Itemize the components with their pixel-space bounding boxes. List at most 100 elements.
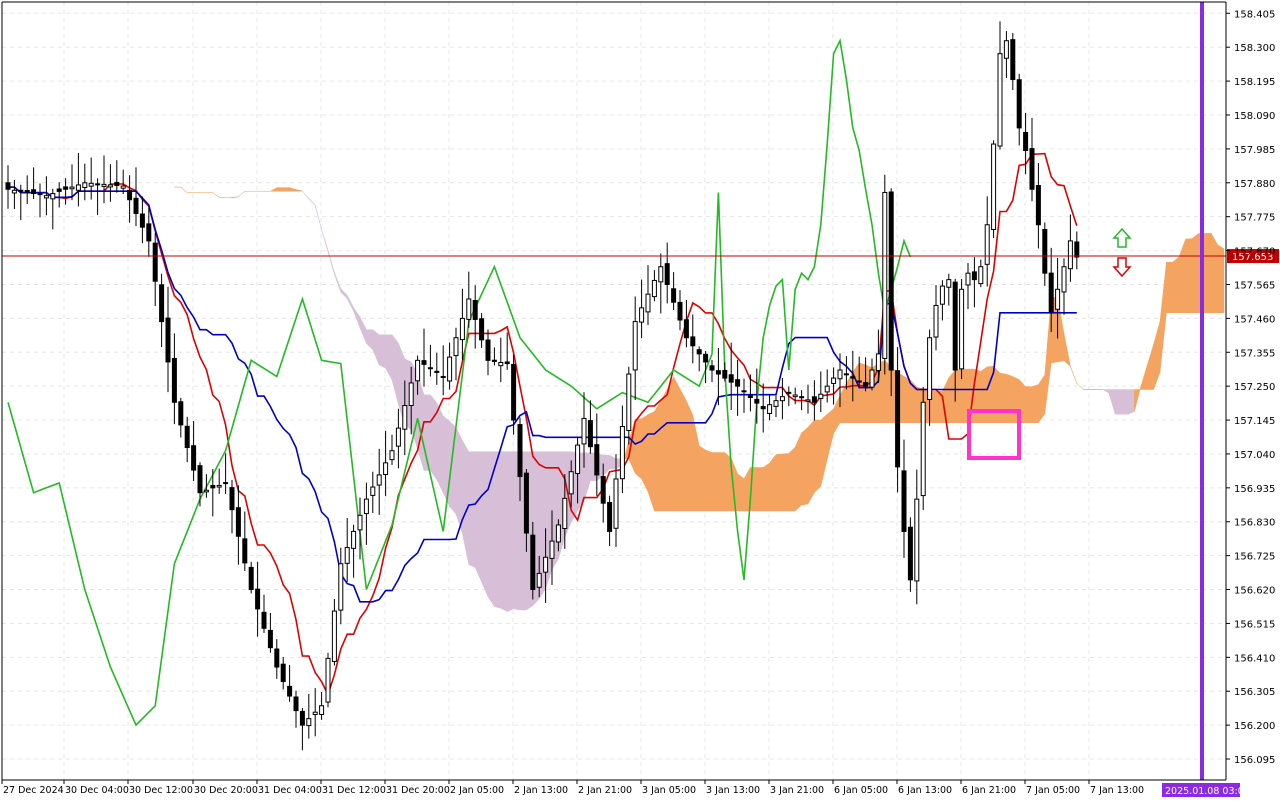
- kumo-segment: [456, 427, 462, 533]
- y-tick-label: 156.830: [1234, 518, 1275, 529]
- candle-body-bear: [742, 391, 746, 392]
- candle-body-bear: [172, 358, 176, 402]
- candle-body-bull: [204, 490, 208, 492]
- kumo-segment: [712, 453, 718, 511]
- candle-body-bear: [889, 192, 893, 370]
- kumo-segment: [994, 366, 1000, 422]
- kumo-segment: [859, 363, 865, 423]
- candle-body-bear: [665, 264, 669, 285]
- candle-body-bull: [915, 499, 919, 581]
- kumo-segment: [379, 335, 385, 368]
- kumo-segment: [738, 474, 744, 511]
- kumo-segment: [654, 401, 660, 511]
- candle-body-bear: [851, 377, 855, 378]
- candle-body-bear: [864, 383, 868, 387]
- candle-body-bull: [576, 445, 580, 473]
- candle-body-bull: [403, 406, 407, 430]
- candle-body-bull: [89, 183, 93, 186]
- kumo-segment: [475, 452, 481, 582]
- candle-body-bull: [70, 187, 74, 189]
- candle-body-bull: [320, 706, 324, 715]
- x-tick-label: 2 Jan 13:00: [514, 785, 568, 796]
- candle-body-bear: [678, 302, 682, 320]
- candle-body-bear: [473, 301, 477, 320]
- candle-body-bear: [128, 190, 132, 199]
- y-tick-label: 157.670: [1234, 247, 1275, 258]
- candle-body-bear: [896, 371, 900, 467]
- candle-body-bear: [672, 289, 676, 302]
- kumo-segment: [770, 455, 776, 511]
- x-tick-label: 3 Jan 13:00: [706, 785, 760, 796]
- candle-body-bear: [64, 187, 68, 189]
- kumo-segment: [507, 452, 513, 612]
- candle: [992, 140, 996, 238]
- kumo-segment: [1128, 390, 1134, 415]
- kumo-segment: [782, 453, 788, 511]
- candle-body-bear: [729, 375, 733, 382]
- candle-body-bull: [313, 712, 317, 714]
- x-tick-label: 2 Jan 05:00: [450, 785, 504, 796]
- candle-body-bear: [211, 486, 215, 488]
- candle-body-bear: [6, 183, 10, 189]
- x-tick-label: 31 Dec 04:00: [258, 785, 322, 796]
- candle-body-bull: [627, 374, 631, 430]
- candle-body-bull: [806, 400, 810, 401]
- y-tick-label: 157.250: [1234, 382, 1275, 393]
- candle-body-bear: [812, 397, 816, 402]
- y-tick-label: 158.195: [1234, 77, 1275, 88]
- candle-body-bear: [716, 371, 720, 374]
- candle-body-bear: [480, 319, 484, 340]
- candle-body-bull: [550, 541, 554, 558]
- candle-body-bear: [288, 686, 292, 696]
- x-tick-label: 6 Jan 05:00: [834, 785, 888, 796]
- candle-body-bull: [774, 401, 778, 407]
- candle-body-bear: [748, 396, 752, 397]
- candle-body-bear: [512, 364, 516, 420]
- candle-body-bear: [256, 589, 260, 609]
- x-tick-label: 30 Dec 20:00: [194, 785, 258, 796]
- candle-body-bull: [358, 515, 362, 530]
- candle-body-bull: [582, 418, 586, 443]
- y-tick-label: 157.880: [1234, 179, 1275, 190]
- y-tick-label: 158.300: [1234, 43, 1275, 54]
- chart-canvas[interactable]: 157.6532025.01.08 03:00 158.405158.30015…: [0, 0, 1280, 800]
- candle-body-bear: [857, 381, 861, 382]
- candle-body-bear: [844, 374, 848, 375]
- x-tick-label: 27 Dec 2024: [3, 785, 64, 796]
- candle-body-bull: [364, 499, 368, 513]
- candle-body-bear: [275, 649, 279, 667]
- ichimoku-chart[interactable]: 157.6532025.01.08 03:00 158.405158.30015…: [0, 0, 1280, 800]
- candle: [889, 188, 893, 396]
- candle-body-bull: [448, 357, 452, 381]
- candle-body-bull: [12, 190, 16, 193]
- kumo-segment: [482, 452, 488, 597]
- candle-body-bull: [416, 360, 420, 380]
- candle-body-bull: [985, 225, 989, 265]
- candle-body-bear: [179, 402, 183, 425]
- candle-body-bull: [102, 184, 106, 186]
- candle-body-bear: [19, 190, 23, 191]
- candle-body-bull: [121, 186, 125, 188]
- y-tick-label: 158.090: [1234, 111, 1275, 122]
- candle-body-bear: [1030, 149, 1034, 190]
- candle-body-bear: [1075, 242, 1079, 257]
- candle-body-bull: [928, 338, 932, 400]
- candle-body-bull: [832, 378, 836, 383]
- kumo-segment: [718, 453, 724, 511]
- candle-body-bear: [224, 483, 228, 484]
- y-tick-label: 156.305: [1234, 687, 1275, 698]
- candle-body-bear: [249, 567, 253, 589]
- candle-body-bear: [38, 194, 42, 195]
- kumo-segment: [1166, 262, 1172, 313]
- candle: [883, 175, 887, 375]
- y-tick-label: 156.725: [1234, 552, 1275, 563]
- kumo-segment: [469, 452, 475, 568]
- candle-body-bull: [339, 564, 343, 610]
- candle-body-bear: [153, 243, 157, 281]
- candle-body-bear: [435, 371, 439, 372]
- candle-body-bull: [1062, 267, 1066, 292]
- kumo-segment: [814, 420, 820, 493]
- candle-body-bull: [460, 318, 464, 339]
- kumo-segment: [853, 363, 859, 423]
- candle: [921, 387, 925, 510]
